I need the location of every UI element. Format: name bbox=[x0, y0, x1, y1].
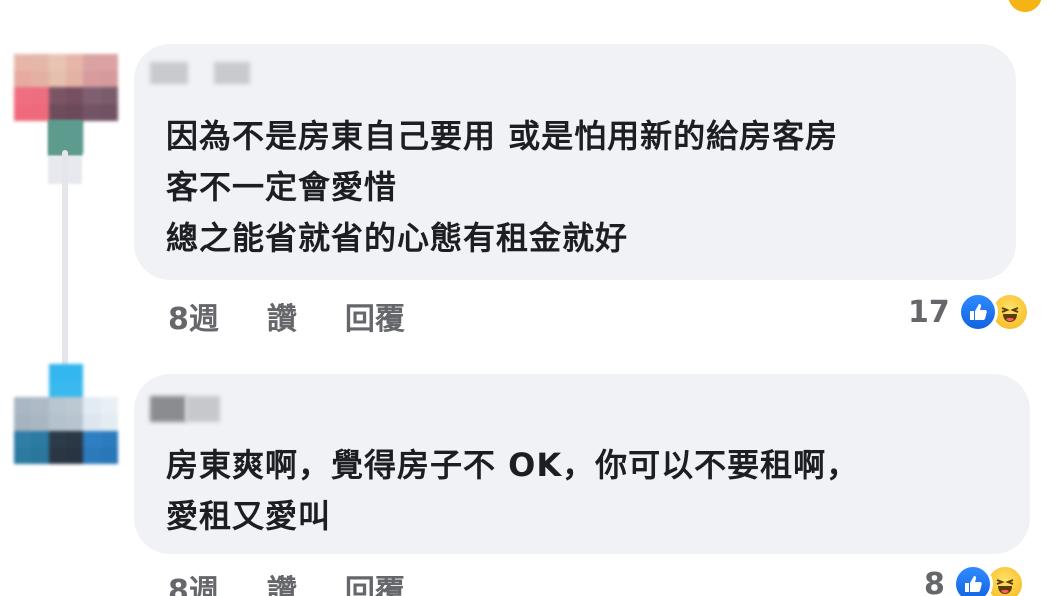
reaction-count: 17 bbox=[908, 294, 950, 330]
comment-actions: 8週 讚 回覆 bbox=[168, 294, 405, 338]
reply-button[interactable]: 回覆 bbox=[345, 566, 405, 596]
commenter-name[interactable] bbox=[150, 62, 250, 84]
reaction-count: 8 bbox=[924, 566, 945, 596]
reaction-summary[interactable]: 17 bbox=[908, 292, 1030, 332]
reaction-summary[interactable]: 8 bbox=[924, 564, 1025, 596]
reply-button[interactable]: 回覆 bbox=[345, 294, 405, 338]
like-icon bbox=[957, 292, 998, 332]
reply-thread-line bbox=[62, 150, 68, 366]
commenter-name[interactable] bbox=[150, 396, 220, 422]
avatar[interactable] bbox=[14, 364, 118, 464]
comment-text: 房東爽啊，覺得房子不 OK，你可以不要租啊， 愛租又愛叫 bbox=[166, 446, 860, 535]
comment-timestamp[interactable]: 8週 bbox=[168, 566, 219, 596]
like-icon bbox=[952, 564, 993, 596]
like-button[interactable]: 讚 bbox=[267, 566, 297, 596]
haha-icon bbox=[1008, 0, 1042, 12]
comment-text: 因為不是房東自己要用 或是怕用新的給房客房 客不一定會愛惜 總之能省就省的心態有… bbox=[166, 117, 839, 257]
comment-timestamp[interactable]: 8週 bbox=[168, 294, 219, 338]
comment-actions: 8週 讚 回覆 bbox=[168, 566, 405, 596]
like-button[interactable]: 讚 bbox=[267, 294, 297, 338]
